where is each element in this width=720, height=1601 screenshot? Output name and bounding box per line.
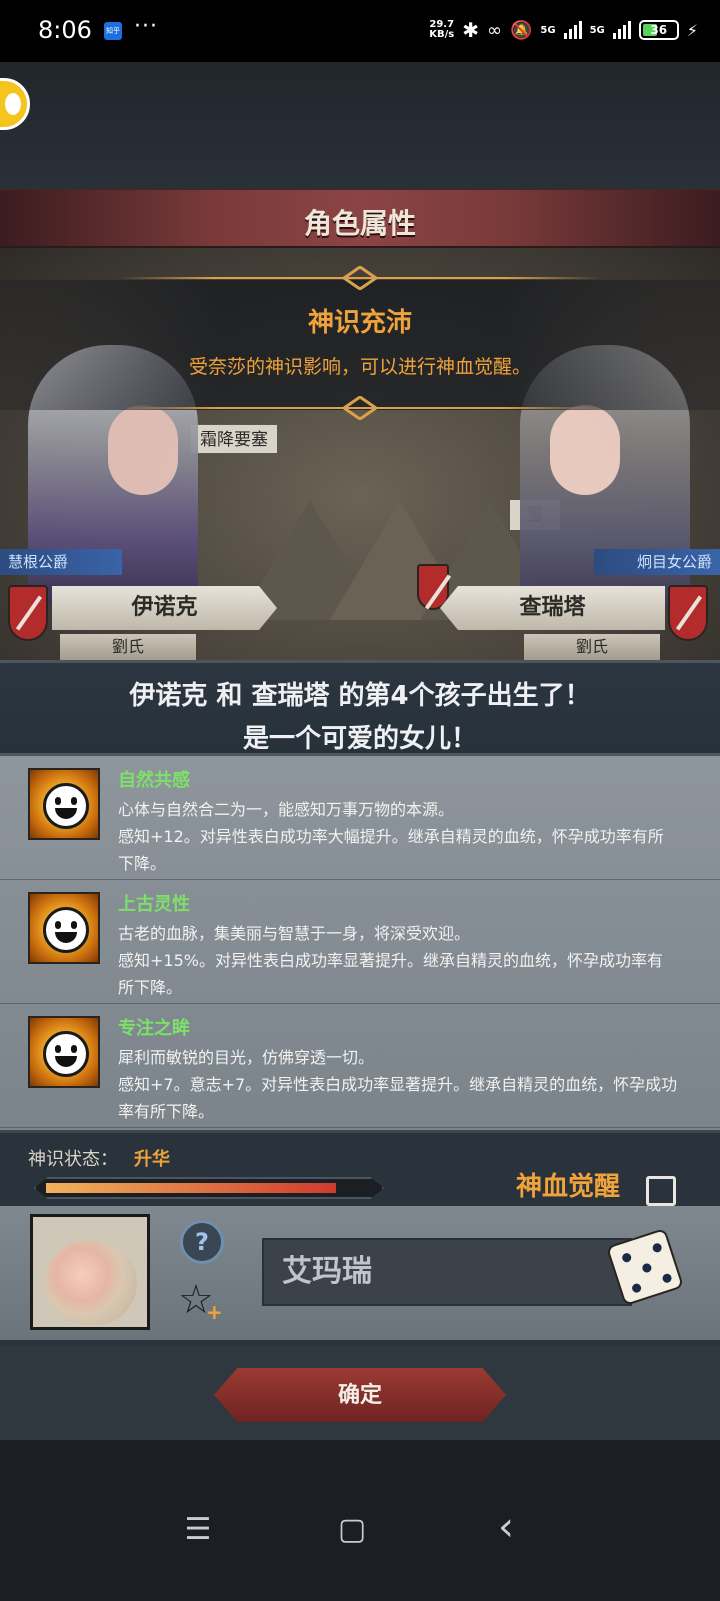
smile-icon xyxy=(28,1016,100,1088)
event-banner xyxy=(0,280,720,410)
trait-desc-line: 古老的血脉，集美丽与智慧于一身，将深受欢迎。 xyxy=(118,924,471,943)
mute-icon: 🔕 xyxy=(510,19,533,41)
bluetooth-icon: ✱ xyxy=(462,18,479,42)
net-speed: 29.7 KB/s xyxy=(429,20,454,40)
trait-desc-line: 犀利而敏锐的目光，仿佛穿透一切。 xyxy=(118,1048,375,1067)
signal-icon xyxy=(563,21,582,39)
mother-title-tag: 炯目女公爵 xyxy=(594,549,720,575)
trait-item[interactable]: 上古灵性 古老的血脉，集美丽与智慧于一身，将深受欢迎。 感知+15%。对异性表白… xyxy=(0,880,720,1004)
father-clan: 劉氏 xyxy=(60,634,196,660)
divine-progress-fill xyxy=(46,1183,336,1193)
confirm-button[interactable]: 确定 xyxy=(214,1368,506,1422)
signal-2-label: 5G xyxy=(589,24,605,36)
page-title: 角色属性 xyxy=(303,207,416,240)
trait-description: 犀利而敏锐的目光，仿佛穿透一切。 感知+7。意志+7。对异性表白成功率显著提升。… xyxy=(118,1044,678,1125)
signal-1-label: 5G xyxy=(540,24,556,36)
home-icon[interactable]: ▢ xyxy=(322,1512,382,1547)
trait-effect-line: 感知+7。意志+7。对异性表白成功率显著提升。继承自精灵的血统，怀孕成功率有所下… xyxy=(118,1075,678,1121)
announcement-line-1: 伊诺克 和 查瑞塔 的第4个孩子出生了！ xyxy=(129,681,591,711)
father-name[interactable]: 伊诺克 xyxy=(52,586,277,630)
more-notifications-icon: ··· xyxy=(134,14,158,39)
event-subtitle: 受奈莎的神识影响，可以进行神血觉醒。 xyxy=(188,356,531,378)
ornament-bottom xyxy=(0,396,720,420)
trait-desc-line: 心体与自然合二为一，能感知万事万物的本源。 xyxy=(118,800,455,819)
confirm-area: 确定 xyxy=(0,1346,720,1440)
title-bar: 角色属性 xyxy=(0,188,720,248)
plus-icon: + xyxy=(206,1300,223,1324)
status-bar: 8:06 知乎 ··· 29.7 KB/s ✱ ∞ 🔕 5G 5G 36 ⚡ xyxy=(0,0,720,62)
system-nav-bar: ☰ ▢ ‹ xyxy=(0,1440,720,1601)
blood-awaken-label: 神血觉醒 xyxy=(516,1172,621,1202)
trait-name: 专注之眸 xyxy=(118,1018,190,1039)
map-location-label: 霜降要塞 xyxy=(190,424,278,454)
trait-effect-line: 感知+12。对异性表白成功率大幅提升。继承自精灵的血统，怀孕成功率有所下降。 xyxy=(118,827,664,873)
child-name-input[interactable]: 艾玛瑞 xyxy=(262,1238,632,1306)
help-icon[interactable]: ? xyxy=(180,1220,224,1264)
battery-icon: 36 xyxy=(638,20,679,40)
ornament-top xyxy=(0,266,720,290)
smile-icon xyxy=(28,892,100,964)
mother-name[interactable]: 查瑞塔 xyxy=(440,586,665,630)
back-icon[interactable]: ‹ xyxy=(476,1504,536,1550)
child-portrait xyxy=(30,1214,150,1330)
divine-progress-bar xyxy=(34,1177,384,1199)
charging-icon: ⚡ xyxy=(686,20,698,40)
top-band xyxy=(0,62,720,188)
divine-status-label: 神识状态： xyxy=(28,1149,118,1170)
trait-list: 自然共感 心体与自然合二为一，能感知万事万物的本源。 感知+12。对异性表白成功… xyxy=(0,756,720,1130)
shield-icon xyxy=(668,585,708,641)
father-title-tag: 慧根公爵 xyxy=(0,549,122,575)
mother-clan: 劉氏 xyxy=(524,634,660,660)
baby-image xyxy=(45,1241,137,1325)
trait-description: 古老的血脉，集美丽与智慧于一身，将深受欢迎。 感知+15%。对异性表白成功率显著… xyxy=(118,920,678,1001)
status-time: 8:06 xyxy=(38,16,92,44)
divine-status-value: 升华 xyxy=(134,1149,170,1170)
birth-announcement: 伊诺克 和 查瑞塔 的第4个孩子出生了！ 是一个可爱的女儿！ xyxy=(0,660,720,756)
trait-item[interactable]: 专注之眸 犀利而敏锐的目光，仿佛穿透一切。 感知+7。意志+7。对异性表白成功率… xyxy=(0,1004,720,1128)
announcement-line-2: 是一个可爱的女儿！ xyxy=(242,724,477,754)
signal-icon xyxy=(612,21,631,39)
battery-level: 36 xyxy=(650,23,668,37)
zhihu-app-icon: 知乎 xyxy=(104,22,122,40)
link-icon: ∞ xyxy=(487,19,502,41)
trait-item[interactable]: 自然共感 心体与自然合二为一，能感知万事万物的本源。 感知+12。对异性表白成功… xyxy=(0,756,720,880)
trait-name: 自然共感 xyxy=(118,770,190,791)
shield-icon xyxy=(8,585,48,641)
blood-awaken-checkbox[interactable] xyxy=(646,1176,676,1206)
child-panel: ? ☆ + 艾玛瑞 xyxy=(0,1206,720,1346)
menu-icon[interactable]: ☰ xyxy=(168,1512,228,1547)
trait-description: 心体与自然合二为一，能感知万事万物的本源。 感知+12。对异性表白成功率大幅提升… xyxy=(118,796,678,877)
trait-effect-line: 感知+15%。对异性表白成功率显著提升。继承自精灵的血统，怀孕成功率有所下降。 xyxy=(118,951,663,997)
smile-icon xyxy=(28,768,100,840)
net-speed-unit: KB/s xyxy=(429,29,455,40)
status-right-group: 29.7 KB/s ✱ ∞ 🔕 5G 5G 36 ⚡ xyxy=(429,18,698,42)
trait-name: 上古灵性 xyxy=(118,894,190,915)
event-title: 神识充沛 xyxy=(307,308,412,338)
